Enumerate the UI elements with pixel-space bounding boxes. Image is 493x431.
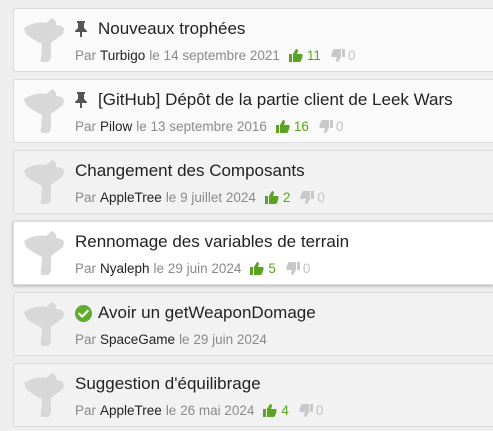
downvote-count: 0 bbox=[302, 261, 311, 276]
topic-title-text: Rennomage des variables de terrain bbox=[75, 232, 350, 251]
topic-title[interactable]: Nouveaux trophées bbox=[75, 19, 487, 39]
thumbs-down-icon[interactable] bbox=[319, 120, 333, 133]
downvote-count: 0 bbox=[317, 190, 325, 205]
topic-title[interactable]: Changement des Composants bbox=[75, 161, 487, 181]
topic-meta: Par AppleTree le 9 juillet 2024 2 0 bbox=[75, 190, 325, 205]
topic-date: le 26 mai 2024 bbox=[165, 403, 255, 418]
by-label: Par bbox=[75, 403, 97, 418]
topic-meta: Par Nyaleph le 29 juin 2024 5 0 bbox=[75, 261, 310, 276]
leek-avatar-icon bbox=[24, 89, 64, 133]
thumbs-down-icon[interactable] bbox=[286, 262, 300, 275]
check-circle-icon bbox=[75, 304, 92, 322]
thumbs-up-icon[interactable] bbox=[288, 49, 303, 62]
by-label: Par bbox=[75, 48, 97, 63]
topic-row[interactable]: Avoir un getWeaponDomage Par SpaceGame l… bbox=[13, 292, 493, 356]
topic-author[interactable]: Pilow bbox=[100, 119, 132, 134]
thumbs-down-icon[interactable] bbox=[299, 404, 313, 417]
topic-row[interactable]: Suggestion d'équilibrage Par AppleTree l… bbox=[13, 363, 493, 427]
topic-row[interactable]: Nouveaux trophées Par Turbigo le 14 sept… bbox=[13, 8, 493, 72]
leek-avatar-icon bbox=[24, 302, 64, 346]
topic-row[interactable]: Changement des Composants Par AppleTree … bbox=[13, 150, 493, 214]
topic-author[interactable]: AppleTree bbox=[100, 403, 162, 418]
leek-avatar-icon bbox=[24, 373, 64, 417]
downvote-count: 0 bbox=[315, 403, 324, 418]
topic-meta: Par SpaceGame le 29 juin 2024 bbox=[75, 332, 267, 347]
topic-title[interactable]: Avoir un getWeaponDomage bbox=[75, 303, 487, 323]
upvote-count: 11 bbox=[306, 48, 321, 63]
thumbs-up-icon[interactable] bbox=[250, 262, 265, 275]
topic-title[interactable]: [GitHub] Dépôt de la partie client de Le… bbox=[75, 90, 487, 110]
leek-avatar-icon bbox=[24, 18, 64, 62]
topic-meta: Par Pilow le 13 septembre 2016 16 0 bbox=[75, 119, 343, 134]
topic-title[interactable]: Rennomage des variables de terrain bbox=[75, 232, 487, 252]
topic-title-text: [GitHub] Dépôt de la partie client de Le… bbox=[98, 90, 453, 109]
topic-title-text: Changement des Composants bbox=[75, 161, 305, 180]
upvote-count: 16 bbox=[293, 119, 309, 134]
topic-author[interactable]: Nyaleph bbox=[100, 261, 150, 276]
topic-meta: Par AppleTree le 26 mai 2024 4 0 bbox=[75, 403, 323, 418]
topic-date: le 9 juillet 2024 bbox=[165, 190, 256, 205]
topic-author[interactable]: Turbigo bbox=[100, 48, 145, 63]
topic-row[interactable]: Rennomage des variables de terrain Par N… bbox=[13, 221, 493, 285]
topic-list: Nouveaux trophées Par Turbigo le 14 sept… bbox=[0, 0, 493, 431]
leek-avatar-icon bbox=[24, 231, 64, 275]
topic-author[interactable]: SpaceGame bbox=[100, 332, 175, 347]
topic-date: le 29 juin 2024 bbox=[179, 332, 267, 347]
thumbs-up-icon[interactable] bbox=[264, 191, 279, 204]
by-label: Par bbox=[75, 190, 97, 205]
thumbs-up-icon[interactable] bbox=[275, 120, 290, 133]
upvote-count: 5 bbox=[268, 261, 276, 276]
topic-title-text: Nouveaux trophées bbox=[98, 19, 246, 38]
by-label: Par bbox=[75, 119, 97, 134]
topic-row[interactable]: [GitHub] Dépôt de la partie client de Le… bbox=[13, 79, 493, 143]
topic-date: le 13 septembre 2016 bbox=[136, 119, 267, 134]
topic-title-text: Avoir un getWeaponDomage bbox=[98, 303, 316, 322]
upvote-count: 4 bbox=[281, 403, 289, 418]
by-label: Par bbox=[75, 261, 97, 276]
topic-meta: Par Turbigo le 14 septembre 2021 11 0 bbox=[75, 48, 355, 63]
downvote-count: 0 bbox=[335, 119, 344, 134]
topic-title[interactable]: Suggestion d'équilibrage bbox=[75, 374, 487, 394]
topic-title-text: Suggestion d'équilibrage bbox=[75, 374, 261, 393]
pin-icon bbox=[75, 21, 87, 37]
thumbs-up-icon[interactable] bbox=[263, 404, 278, 417]
topic-date: le 14 septembre 2021 bbox=[149, 48, 280, 63]
upvote-count: 2 bbox=[282, 190, 291, 205]
thumbs-down-icon[interactable] bbox=[331, 49, 345, 62]
downvote-count: 0 bbox=[347, 48, 356, 63]
thumbs-down-icon[interactable] bbox=[300, 191, 315, 204]
pin-icon bbox=[75, 92, 87, 108]
topic-author[interactable]: AppleTree bbox=[100, 190, 162, 205]
leek-avatar-icon bbox=[24, 160, 64, 204]
topic-date: le 29 juin 2024 bbox=[153, 261, 242, 276]
by-label: Par bbox=[75, 332, 97, 347]
